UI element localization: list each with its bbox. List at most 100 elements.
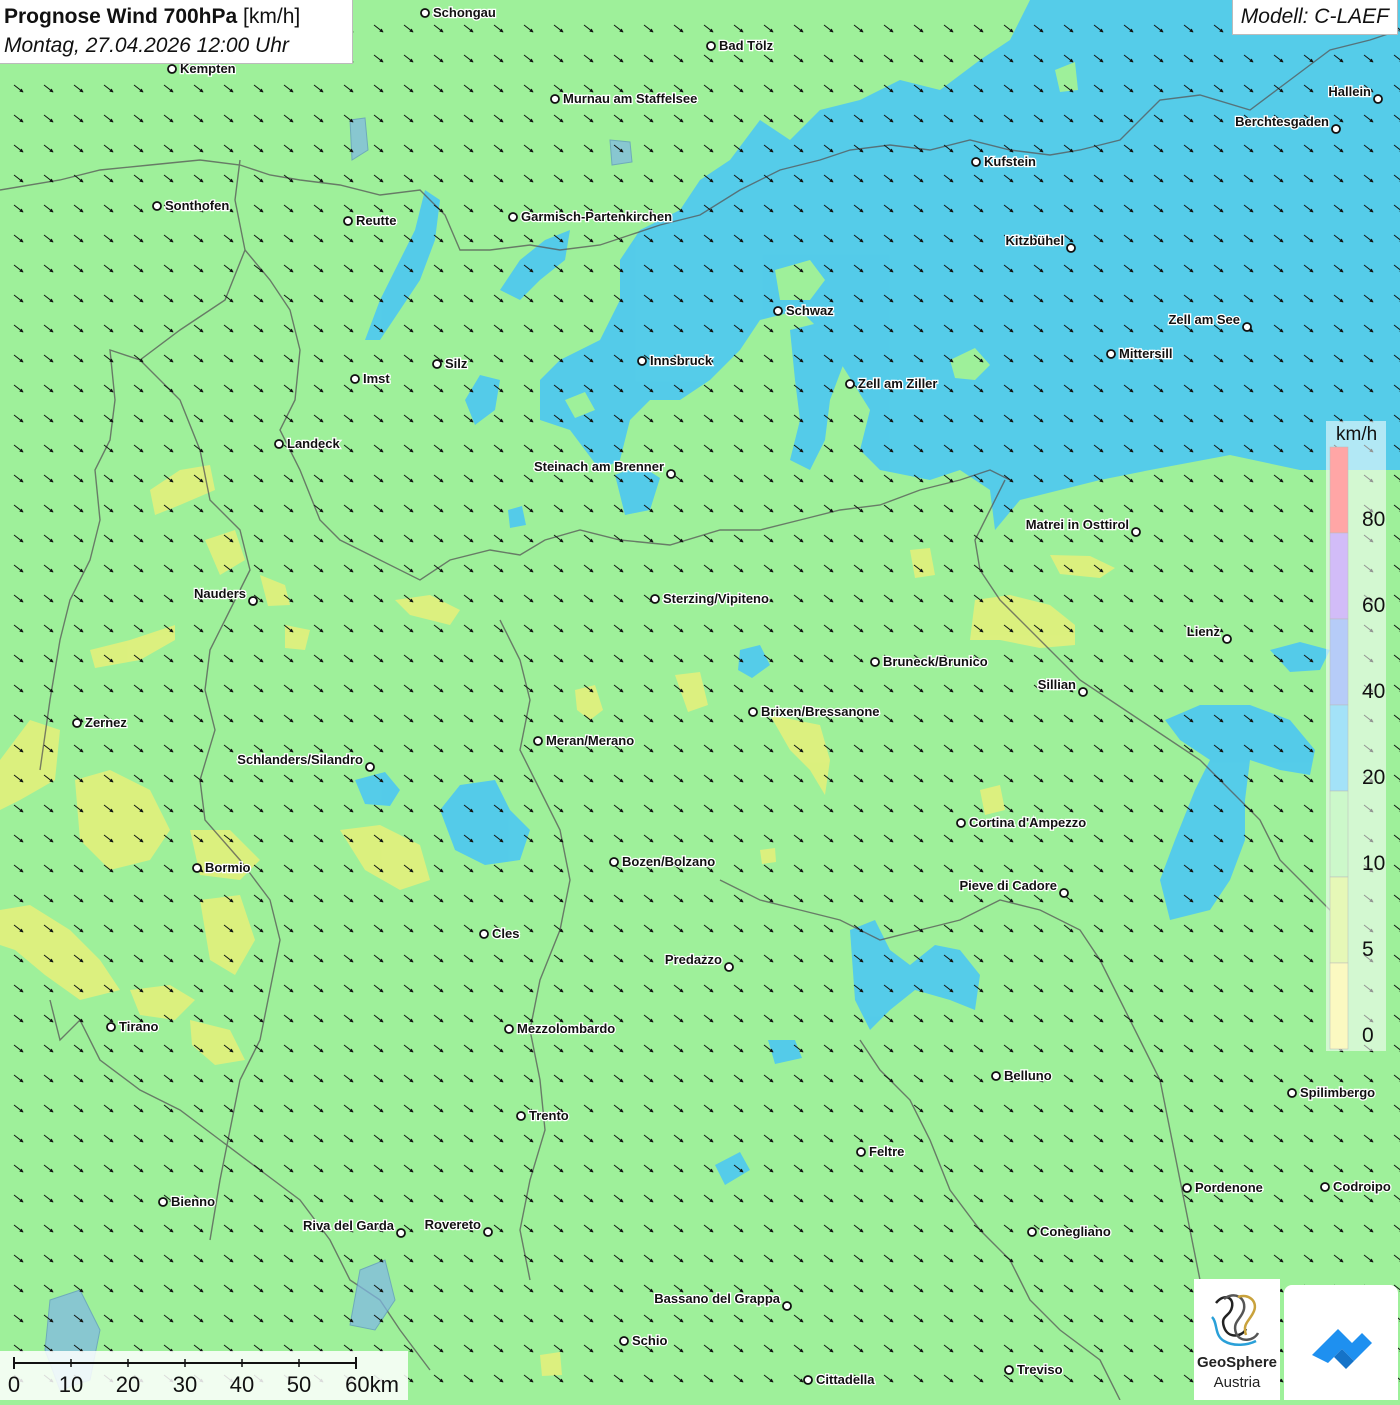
city-label: Conegliano	[1040, 1224, 1111, 1239]
city-label: Schlanders/Silandro	[237, 752, 363, 767]
scale-label-60: 60km	[345, 1372, 399, 1397]
city-marker-icon	[343, 216, 353, 226]
legend: km/h 80 60 40 20 10 5 0	[1326, 421, 1386, 1051]
legend-value-0: 0	[1362, 1024, 1374, 1047]
city-marker-icon	[1287, 1088, 1297, 1098]
legend-value-40: 40	[1362, 680, 1386, 703]
city-label: Riva del Garda	[303, 1218, 395, 1233]
city-innsbruck[interactable]: Innsbruck	[637, 352, 714, 369]
geosphere-logo[interactable]: GeoSphere Austria	[1194, 1279, 1280, 1400]
city-label: Mezzolombardo	[517, 1021, 615, 1036]
city-mezzolombardo[interactable]: Mezzolombardo	[504, 1020, 617, 1037]
city-cortina-d-ampezzo[interactable]: Cortina d'Ampezzo	[956, 814, 1088, 831]
city-marker-icon	[396, 1228, 406, 1238]
city-label: Murnau am Staffelsee	[563, 91, 697, 106]
model-label: Modell: C-LAEF	[1231, 0, 1398, 35]
city-label: Zernez	[85, 715, 127, 730]
city-label: Tirano	[119, 1019, 159, 1034]
city-label: Meran/Merano	[546, 733, 634, 748]
city-marker-icon	[248, 596, 258, 606]
city-label: Cles	[492, 926, 519, 941]
city-label: Innsbruck	[650, 353, 713, 368]
city-marker-icon	[609, 857, 619, 867]
city-marker-icon	[1059, 888, 1069, 898]
scale-label-40: 40	[229, 1372, 255, 1397]
wind-map[interactable]: SchongauBad TölzKemptenMurnau am Staffel…	[0, 0, 1400, 1400]
city-marker-icon	[533, 736, 543, 746]
city-marker-icon	[956, 818, 966, 828]
scale-label-50: 50	[286, 1372, 312, 1397]
map-title-name: Prognose Wind 700hPa	[4, 5, 238, 28]
city-label: Nauders	[194, 586, 246, 601]
city-bruneck-brunico[interactable]: Bruneck/Brunico	[870, 653, 989, 670]
city-marker-icon	[1027, 1227, 1037, 1237]
city-label: Pordenone	[1195, 1180, 1263, 1195]
city-garmisch-partenkirchen[interactable]: Garmisch-Partenkirchen	[508, 208, 673, 225]
city-label: Schongau	[433, 5, 496, 20]
city-marker-icon	[365, 762, 375, 772]
city-marker-icon	[192, 863, 202, 873]
city-label: Treviso	[1017, 1362, 1063, 1377]
city-label: Imst	[363, 371, 390, 386]
city-pordenone[interactable]: Pordenone	[1182, 1179, 1264, 1196]
city-label: Cittadella	[816, 1372, 875, 1387]
city-marker-icon	[1078, 687, 1088, 697]
city-marker-icon	[1331, 124, 1341, 134]
app-logo[interactable]	[1284, 1285, 1398, 1400]
city-label: Bad Tölz	[719, 38, 774, 53]
legend-unit: km/h	[1336, 424, 1378, 445]
city-marker-icon	[748, 707, 758, 717]
city-meran-merano[interactable]: Meran/Merano	[533, 732, 635, 749]
geosphere-logo-name: GeoSphere	[1196, 1354, 1278, 1371]
city-marker-icon	[432, 359, 442, 369]
city-marker-icon	[350, 374, 360, 384]
city-schongau[interactable]: Schongau	[420, 4, 497, 21]
legend-value-80: 80	[1362, 508, 1386, 531]
city-sterzing-vipiteno[interactable]: Sterzing/Vipiteno	[650, 590, 770, 607]
city-marker-icon	[991, 1071, 1001, 1081]
city-marker-icon	[420, 8, 430, 18]
city-sonthofen[interactable]: Sonthofen	[152, 197, 231, 214]
city-marker-icon	[106, 1022, 116, 1032]
city-marker-icon	[782, 1301, 792, 1311]
city-label: Kitzbühel	[1006, 233, 1065, 248]
city-label: Sterzing/Vipiteno	[663, 591, 769, 606]
city-label: Predazzo	[665, 952, 722, 967]
city-marker-icon	[158, 1197, 168, 1207]
city-label: Schwaz	[786, 303, 834, 318]
scale-label-10: 10	[58, 1372, 84, 1397]
city-label: Schio	[632, 1333, 667, 1348]
city-spilimbergo[interactable]: Spilimbergo	[1287, 1084, 1376, 1101]
city-label: Matrei in Osttirol	[1026, 517, 1129, 532]
city-label: Berchtesgaden	[1235, 114, 1329, 129]
city-label: Bienno	[171, 1194, 215, 1209]
legend-value-10: 10	[1362, 852, 1386, 875]
city-marker-icon	[550, 94, 560, 104]
forecast-datetime: Montag, 27.04.2026 12:00 Uhr	[4, 34, 289, 57]
scale-label-0: 0	[7, 1372, 21, 1397]
city-label: Bormio	[205, 860, 251, 875]
app-logo-icon	[1312, 1329, 1372, 1369]
city-marker-icon	[1242, 322, 1252, 332]
city-brixen-bressanone[interactable]: Brixen/Bressanone	[748, 703, 881, 720]
city-murnau-am-staffelsee[interactable]: Murnau am Staffelsee	[550, 90, 699, 107]
city-label: Lienz	[1187, 624, 1221, 639]
city-label: Pieve di Cadore	[959, 878, 1057, 893]
city-marker-icon	[971, 157, 981, 167]
city-label: Rovereto	[425, 1217, 481, 1232]
city-bozen-bolzano[interactable]: Bozen/Bolzano	[609, 853, 716, 870]
city-label: Brixen/Bressanone	[761, 704, 880, 719]
city-marker-icon	[1320, 1182, 1330, 1192]
city-label: Bassano del Grappa	[654, 1291, 780, 1306]
geosphere-logo-country: Austria	[1213, 1374, 1261, 1391]
city-conegliano[interactable]: Conegliano	[1027, 1223, 1112, 1240]
city-label: Zell am Ziller	[858, 376, 937, 391]
city-label: Sonthofen	[165, 198, 229, 213]
city-zell-am-ziller[interactable]: Zell am Ziller	[845, 375, 939, 392]
city-marker-icon	[1182, 1183, 1192, 1193]
city-marker-icon	[72, 718, 82, 728]
map-title-unit: [km/h]	[243, 5, 301, 28]
city-marker-icon	[167, 64, 177, 74]
city-marker-icon	[1106, 349, 1116, 359]
city-label: Kufstein	[984, 154, 1036, 169]
